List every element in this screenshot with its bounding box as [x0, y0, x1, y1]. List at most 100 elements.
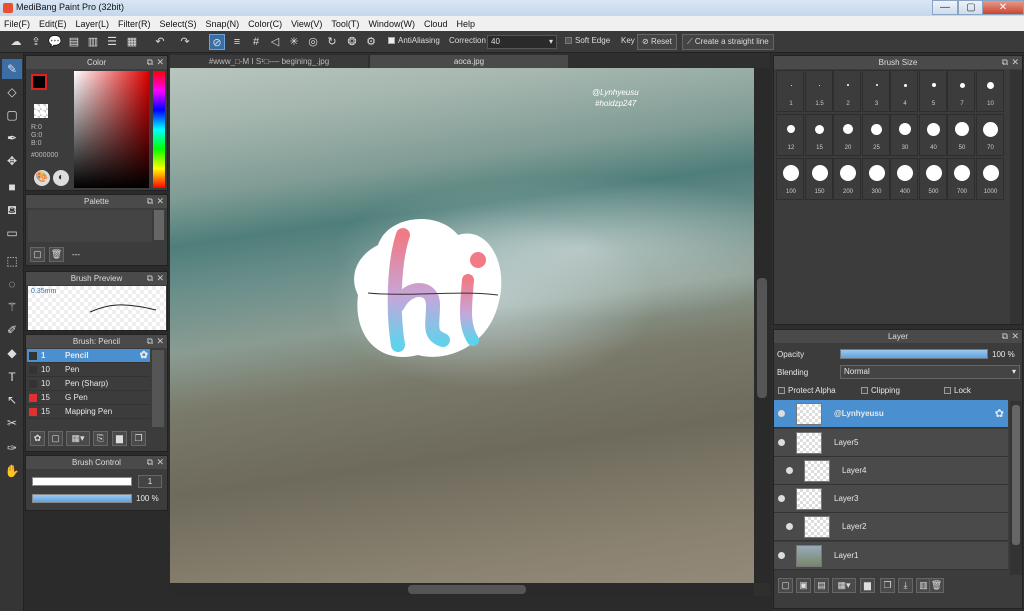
canvas-vertical-scrollbar[interactable]	[754, 68, 770, 583]
trash-icon[interactable]: 🗑	[49, 247, 64, 262]
radial-snap-icon[interactable]: ✳	[286, 34, 302, 50]
grid-icon[interactable]: ▦	[124, 34, 140, 50]
select-pen-icon[interactable]: ✐	[2, 320, 22, 340]
eye-icon[interactable]	[778, 439, 785, 446]
brush-list-scrollbar[interactable]	[152, 350, 164, 427]
gear-icon[interactable]: ✿	[995, 407, 1004, 420]
menu-snap[interactable]: Snap(N)	[206, 19, 240, 29]
brush-size-option[interactable]: 100	[776, 158, 804, 200]
brush-size-option[interactable]: 10	[975, 70, 1004, 112]
menu-layer[interactable]: Layer(L)	[76, 19, 110, 29]
clipping-checkbox[interactable]	[861, 387, 868, 395]
cloud-icon[interactable]: ☁	[8, 34, 24, 50]
lasso-tool-icon[interactable]: ◌	[2, 274, 22, 294]
reset-button[interactable]: ⊘ Reset	[637, 34, 677, 50]
palette-scrollbar[interactable]	[154, 210, 164, 240]
layer-row[interactable]: Layer3	[774, 485, 1008, 513]
brush-size-option[interactable]: 40	[918, 114, 947, 156]
layer-row[interactable]: @Lynhyeusu ✿	[774, 400, 1008, 428]
saturation-value-picker[interactable]	[74, 71, 149, 188]
close-icon[interactable]: ✕	[1011, 330, 1019, 343]
lock-checkbox[interactable]	[944, 387, 951, 395]
menu-view[interactable]: View(V)	[291, 19, 322, 29]
brush-copy-icon[interactable]: ⎘	[93, 431, 108, 446]
close-icon[interactable]: ✕	[1011, 56, 1019, 69]
eye-icon[interactable]	[778, 495, 785, 502]
new-color-layer-icon[interactable]: ▣	[796, 578, 811, 593]
protect-alpha-checkbox[interactable]	[778, 387, 785, 395]
brush-size-option[interactable]: 2	[833, 70, 861, 112]
circle-snap-icon[interactable]: ◎	[305, 34, 321, 50]
snap-settings-icon[interactable]: ⚙	[363, 34, 379, 50]
bucket-tool-icon[interactable]: ⛾	[2, 200, 22, 220]
brush-item[interactable]: 15 Mapping Pen	[27, 405, 150, 419]
close-icon[interactable]: ✕	[156, 195, 164, 208]
gradient-tool-icon[interactable]: ▭	[2, 223, 22, 243]
new-layer-icon[interactable]: ▢	[778, 578, 793, 593]
new-palette-icon[interactable]: ▢	[30, 247, 45, 262]
document-icon[interactable]: ▥	[85, 34, 101, 50]
float-icon[interactable]: ⧉	[147, 195, 153, 208]
menu-help[interactable]: Help	[456, 19, 475, 29]
brush-size-option[interactable]: 5	[918, 70, 947, 112]
layer-menu-icon[interactable]: ▦▾	[832, 578, 856, 593]
eye-icon[interactable]	[778, 552, 785, 559]
folder-icon[interactable]: ▆	[860, 578, 875, 593]
minimize-button[interactable]: —	[932, 0, 958, 15]
brush-size-option[interactable]: 4	[890, 70, 918, 112]
brush-size-value[interactable]: 1	[138, 475, 162, 488]
brush-size-option[interactable]: 70	[975, 114, 1004, 156]
blending-select[interactable]: Normal ▾	[840, 365, 1020, 379]
new-brush-icon[interactable]: ▢	[48, 431, 63, 446]
hue-slider[interactable]	[153, 71, 165, 188]
brush-size-option[interactable]: 300	[861, 158, 890, 200]
brush-size-option[interactable]: 25	[861, 114, 890, 156]
duplicate-layer-icon[interactable]: ❐	[880, 578, 895, 593]
brush-size-option[interactable]: 150	[804, 158, 833, 200]
brush-item[interactable]: 1 Pencil ✿	[27, 349, 150, 363]
menu-filter[interactable]: Filter(R)	[118, 19, 151, 29]
layer-row[interactable]: Layer4	[774, 457, 1008, 485]
horizontal-scroll-thumb[interactable]	[408, 585, 526, 594]
brush-size-option[interactable]: 1000	[975, 158, 1004, 200]
soft-edge-checkbox[interactable]	[565, 37, 572, 45]
delete-layer-icon[interactable]: 🗑	[929, 578, 944, 593]
select-rect-icon[interactable]: ▢	[2, 105, 22, 125]
redo-icon[interactable]: ↷	[177, 34, 193, 50]
brush-size-option[interactable]: 12	[776, 114, 804, 156]
tab-document-1[interactable]: #www_□-M I S¹□-— begining_.jpg	[170, 55, 368, 68]
close-icon[interactable]: ✕	[156, 335, 164, 348]
brush-size-option[interactable]: 15	[804, 114, 833, 156]
layer-row[interactable]: Layer1	[774, 542, 1008, 570]
undo-icon[interactable]: ↶	[152, 34, 168, 50]
magic-wand-icon[interactable]: ⚚	[2, 297, 22, 317]
menu-select[interactable]: Select(S)	[160, 19, 197, 29]
eye-icon[interactable]	[786, 523, 793, 530]
duplicate-icon[interactable]: ❐	[131, 431, 146, 446]
close-icon[interactable]: ✕	[156, 272, 164, 285]
curve-snap-icon[interactable]: ↻	[324, 34, 340, 50]
brush-size-option[interactable]: 1	[776, 70, 804, 112]
float-icon[interactable]: ⧉	[147, 335, 153, 348]
layer-scroll-thumb[interactable]	[1012, 405, 1020, 545]
primary-color-swatch[interactable]	[31, 74, 47, 90]
tab-document-2[interactable]: aoca.jpg	[370, 55, 568, 68]
fill-rect-icon[interactable]: ■	[2, 177, 22, 197]
brush-size-slider[interactable]	[32, 477, 132, 486]
menu-edit[interactable]: Edit(E)	[39, 19, 67, 29]
brush-size-option[interactable]: 20	[833, 114, 861, 156]
brush-size-option[interactable]: 1.5	[804, 70, 833, 112]
upload-icon[interactable]: ⇪	[28, 34, 44, 50]
brush-tool-icon[interactable]: ✎	[2, 59, 22, 79]
menu-color[interactable]: Color(C)	[248, 19, 282, 29]
brush-size-option[interactable]: 500	[918, 158, 947, 200]
gear-icon[interactable]: ✿	[140, 349, 148, 363]
divide-tool-icon[interactable]: ✂	[2, 413, 22, 433]
correction-select[interactable]: 40 ▾	[487, 35, 557, 49]
close-icon[interactable]: ✕	[156, 56, 164, 69]
menu-file[interactable]: File(F)	[4, 19, 30, 29]
select-tool-icon[interactable]: ⬚	[2, 251, 22, 271]
eyedropper-icon[interactable]: ✑	[2, 438, 22, 458]
move-tool-icon[interactable]: ✥	[2, 151, 22, 171]
close-button[interactable]: ✕	[982, 0, 1024, 15]
